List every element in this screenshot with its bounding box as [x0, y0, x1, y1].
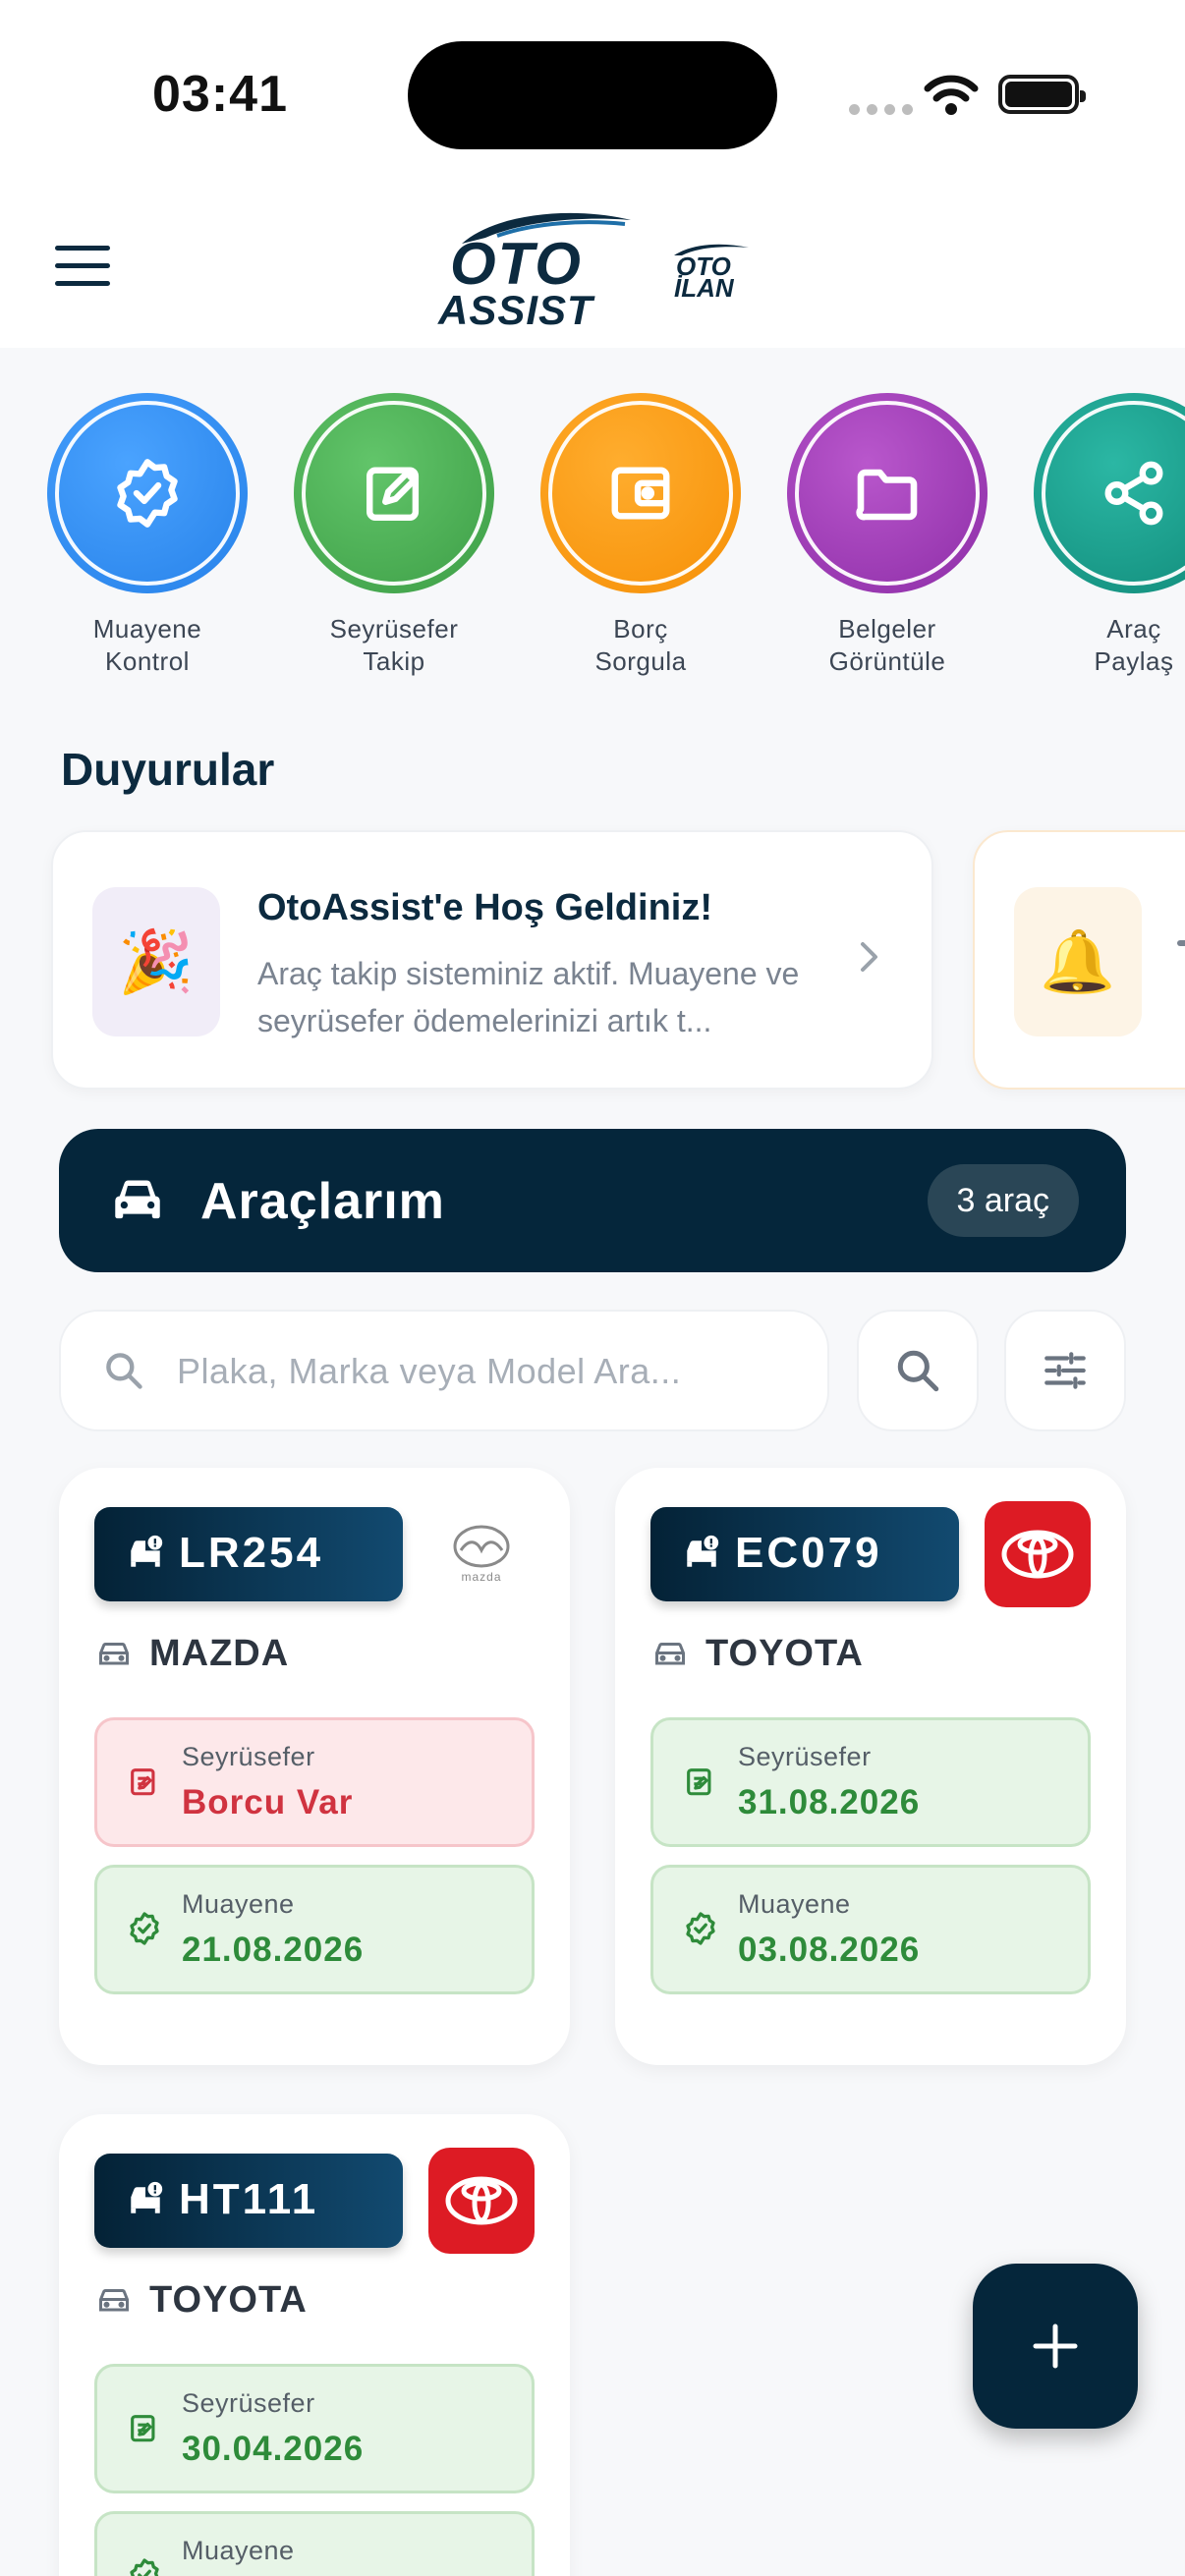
logo2-ilan-text: İLAN [674, 273, 734, 303]
seyrusefer-status: Seyrüsefer 30.04.2026 [94, 2364, 535, 2493]
search-icon [106, 1353, 142, 1389]
battery-icon [998, 75, 1086, 114]
edit-square-icon [294, 393, 494, 593]
toyota-logo-icon [428, 2148, 535, 2254]
chevron-right-icon [861, 942, 877, 972]
status-value: 21.08.2026 [182, 1931, 365, 1969]
car-icon [115, 1180, 160, 1219]
car-alert-icon [131, 1535, 163, 1567]
car-outline-icon [99, 1642, 129, 1664]
quick-action-arac-paylas[interactable]: Araç Paylaş [1021, 393, 1185, 678]
mazda-logo-icon: mazda [428, 1501, 535, 1607]
announcement-card[interactable]: 🎉 OtoAssist'e Hoş Geldiniz! Araç takip s… [51, 830, 933, 1090]
status-label: Muayene [182, 2536, 295, 2565]
plate-number: HT111 [179, 2175, 319, 2223]
status-value: 30.04.2026 [182, 2430, 365, 2468]
share-icon [1034, 393, 1185, 593]
app-header: OTO ASSIST OTO İLAN [0, 187, 1185, 348]
quick-action-label: Araç Paylaş [1094, 614, 1174, 676]
quick-action-label: Muayene Kontrol [92, 614, 202, 676]
badge-check-icon [130, 2558, 159, 2576]
car-outline-icon [655, 1642, 685, 1664]
car-outline-icon [99, 2288, 129, 2311]
quick-action-label: Belgeler Görüntüle [828, 614, 946, 676]
quick-action-muayene-kontrol[interactable]: Muayene Kontrol [34, 393, 260, 678]
logo-assist-text: ASSIST [438, 287, 593, 333]
announcement-title: OtoAssist'e Hoş Geldiniz! [257, 887, 712, 928]
brand-name: MAZDA [149, 1633, 290, 1674]
brand-row: MAZDA [96, 1633, 289, 1675]
badge-check-icon [47, 393, 248, 593]
vehicle-card[interactable]: HT111 TOYOTA Seyrüsefer 30.04.2026 Muaye… [59, 2114, 570, 2576]
muayene-status: Muayene 21.08.2026 [94, 1865, 535, 1994]
vehicle-card[interactable]: EC079 TOYOTA Seyrüsefer 31.08.2026 Muaye… [615, 1468, 1126, 2065]
status-value: 03.08.2026 [738, 1931, 921, 1969]
plus-icon [1033, 2324, 1078, 2369]
add-vehicle-button[interactable] [973, 2264, 1138, 2429]
status-label: Seyrüsefer [182, 2388, 315, 2418]
vehicles-title: Araçlarım [200, 1173, 445, 1230]
quick-action-belgeler-goruntule[interactable]: Belgeler Görüntüle [774, 393, 1000, 678]
plate-badge: HT111 [94, 2154, 403, 2248]
status-label: Muayene [738, 1889, 851, 1919]
filter-sliders-icon [1044, 1352, 1086, 1389]
cellular-signal-icon [849, 104, 913, 115]
plate-badge: EC079 [650, 1507, 959, 1601]
vehicles-header: Araçlarım 3 araç [59, 1129, 1126, 1272]
edit-square-icon [131, 1768, 155, 1796]
plate-number: LR254 [179, 1529, 324, 1577]
announcements-title: Duyurular [61, 744, 275, 795]
party-popper-icon: 🎉 [92, 887, 220, 1036]
car-alert-icon [687, 1535, 719, 1567]
vehicle-search-input[interactable]: Plaka, Marka veya Model Ara... [59, 1310, 829, 1431]
status-label: Seyrüsefer [738, 1742, 872, 1771]
badge-check-icon [686, 1912, 715, 1945]
status-time: 03:41 [152, 66, 288, 123]
otoassist-logo: OTO ASSIST [428, 208, 635, 333]
status-bar: 03:41 [0, 0, 1185, 187]
brand-name: TOYOTA [705, 1633, 864, 1674]
dynamic-island [408, 41, 777, 149]
filter-button[interactable] [1004, 1310, 1126, 1431]
seyrusefer-status: Seyrüsefer Borcu Var [94, 1717, 535, 1847]
quick-action-label: Seyrüsefer Takip [329, 614, 459, 676]
status-value: 31.08.2026 [738, 1783, 921, 1821]
wifi-icon [924, 75, 979, 115]
search-button[interactable] [857, 1310, 979, 1431]
status-value: Borcu Var [182, 1783, 354, 1821]
otoilan-logo[interactable]: OTO İLAN [662, 242, 757, 303]
badge-check-icon [130, 1912, 159, 1945]
brand-name: TOYOTA [149, 2279, 308, 2321]
plate-number: EC079 [735, 1529, 882, 1577]
search-icon [897, 1350, 939, 1392]
muayene-status: Muayene [94, 2511, 535, 2576]
edit-square-icon [687, 1768, 711, 1796]
toyota-logo-icon [985, 1501, 1091, 1607]
vehicles-count-badge: 3 araç [927, 1164, 1079, 1237]
quick-action-seyrusefer-takip[interactable]: Seyrüsefer Takip [281, 393, 507, 678]
folder-icon [787, 393, 988, 593]
announcement-card[interactable]: 🔔 [973, 830, 1185, 1090]
edit-square-icon [131, 2415, 155, 2442]
vehicle-card[interactable]: LR254 mazda MAZDA Seyrüsefer Borcu Var M… [59, 1468, 570, 2065]
seyrusefer-status: Seyrüsefer 31.08.2026 [650, 1717, 1091, 1847]
plate-badge: LR254 [94, 1507, 403, 1601]
status-label: Muayene [182, 1889, 295, 1919]
announcement-body: Araç takip sisteminiz aktif. Muayene ve … [257, 956, 800, 1038]
bell-icon: 🔔 [1014, 887, 1142, 1036]
quick-actions-row: Muayene Kontrol Seyrüsefer Takip Borç So… [0, 393, 1185, 688]
quick-action-borc-sorgula[interactable]: Borç Sorgula [528, 393, 754, 678]
search-placeholder: Plaka, Marka veya Model Ara... [177, 1351, 682, 1391]
brand-row: TOYOTA [96, 2279, 308, 2322]
brand-row: TOYOTA [652, 1633, 864, 1675]
hamburger-menu-icon[interactable] [55, 246, 110, 289]
mazda-wordmark: mazda [461, 1570, 502, 1584]
wallet-icon [540, 393, 741, 593]
quick-action-label: Borç Sorgula [594, 614, 687, 676]
muayene-status: Muayene 03.08.2026 [650, 1865, 1091, 1994]
announcement-body-fragment [1177, 940, 1185, 946]
status-label: Seyrüsefer [182, 1742, 315, 1771]
car-alert-icon [131, 2181, 163, 2213]
